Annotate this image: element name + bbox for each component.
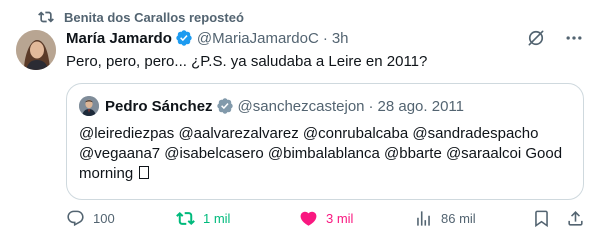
views-count: 86 mil [441,210,476,226]
quote-text-last-line: morning [79,164,573,184]
repost-button[interactable]: 1 mil [176,209,230,228]
quote-avatar[interactable] [79,96,99,116]
quote-author-name: Pedro Sánchez [105,97,213,115]
bookmark-button[interactable] [532,209,551,228]
quote-separator-dot: · [368,97,374,115]
government-badge-icon [216,97,234,115]
quote-timestamp: 28 ago. 2011 [377,97,464,115]
like-count: 3 mil [326,210,354,226]
grok-icon[interactable] [526,28,546,48]
views-icon [414,209,433,228]
quote-author-handle: @sanchezcastejon [237,97,365,115]
top-actions [526,28,584,48]
quote-text: @leirediezpas @aalvarezalvarez @conrubal… [79,124,573,184]
repost-count: 1 mil [203,210,231,226]
reply-button[interactable]: 100 [66,209,115,228]
quote-text-line: morning [79,165,134,182]
reply-count: 100 [93,210,115,226]
missing-glyph-icon [139,166,150,179]
tweet-header: María Jamardo @MariaJamardoC · 3h [66,28,349,48]
timestamp[interactable]: 3h [332,30,349,47]
quote-header: Pedro Sánchez @sanchezcastejon · 28 ago.… [105,96,464,116]
more-icon[interactable] [564,28,584,48]
tweet-text: Pero, pero, pero... ¿P.S. ya saludaba a … [66,53,428,70]
like-button[interactable]: 3 mil [299,209,353,228]
repost-banner[interactable]: Benita dos Carallos reposteó [38,9,244,25]
repost-icon [176,209,195,228]
repost-icon [38,9,54,25]
author-name[interactable]: María Jamardo [66,30,172,47]
views-button[interactable]: 86 mil [414,209,476,228]
author-handle[interactable]: @MariaJamardoC [197,30,319,47]
repost-banner-text[interactable]: Benita dos Carallos reposteó [64,10,244,25]
action-bar: 100 1 mil 3 mil 86 mil [66,206,584,230]
verified-badge-icon[interactable] [175,29,193,47]
share-button[interactable] [566,209,585,228]
quote-text-line: @vegaana7 @isabelcasero @bimbalablanca @… [79,145,563,162]
share-icon [566,209,585,228]
bookmark-icon [532,209,551,228]
avatar[interactable] [16,30,56,70]
quote-text-line: @leirediezpas @aalvarezalvarez @conrubal… [79,125,539,142]
quoted-tweet[interactable]: Pedro Sánchez @sanchezcastejon · 28 ago.… [66,83,584,200]
separator-dot: · [322,29,328,47]
reply-icon [66,209,85,228]
heart-icon [299,209,318,228]
